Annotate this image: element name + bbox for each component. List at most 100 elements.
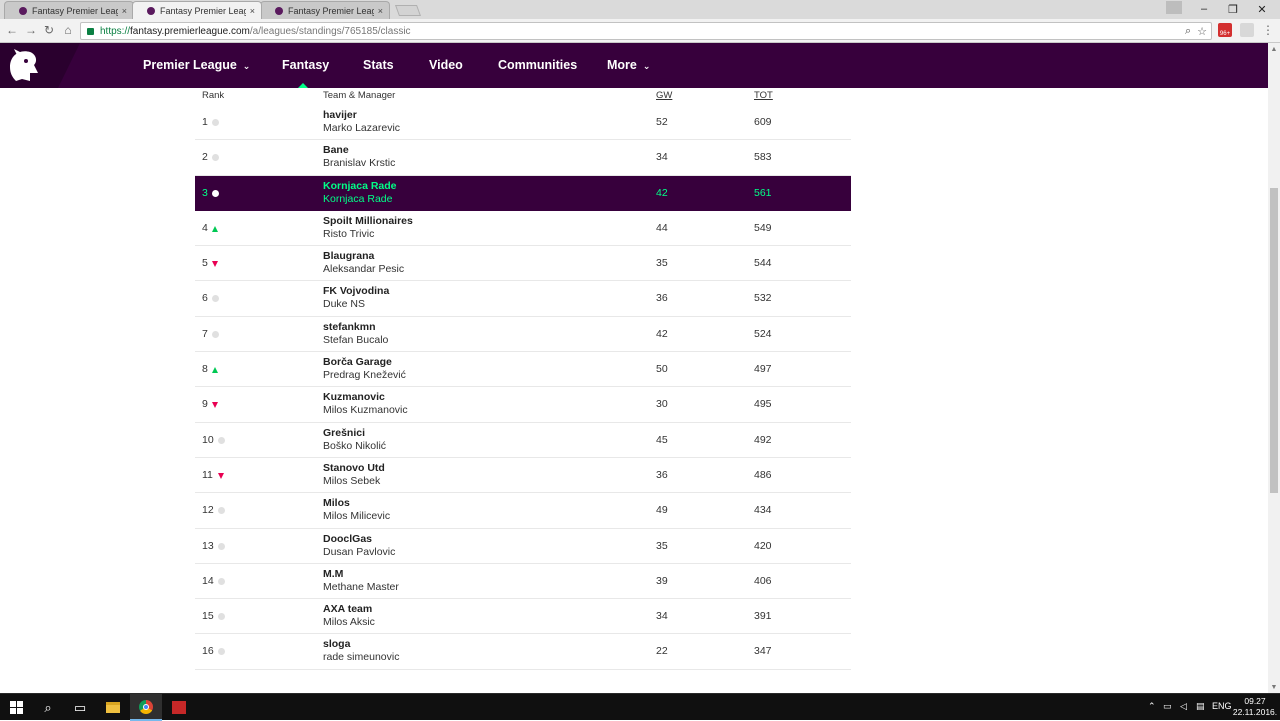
gw-points: 36 xyxy=(656,292,668,305)
team-name-link[interactable]: Spoilt Millionaires xyxy=(323,215,413,227)
taskbar-clock[interactable]: 09.27 22.11.2016. xyxy=(1232,696,1278,718)
browser-tab-active[interactable]: Fantasy Premier League × xyxy=(132,1,262,19)
close-window-button[interactable]: ✕ xyxy=(1248,0,1276,18)
team-name-link[interactable]: Kuzmanovic xyxy=(323,391,385,403)
reload-button[interactable]: ↻ xyxy=(42,23,56,37)
file-explorer-icon[interactable] xyxy=(97,694,129,721)
team-name-link[interactable]: AXA team xyxy=(323,603,372,615)
address-bar[interactable]: https:// fantasy.premierleague.com /a/le… xyxy=(80,22,1212,40)
volume-icon[interactable]: ◁ xyxy=(1180,701,1187,712)
total-points: 492 xyxy=(754,433,772,446)
header-tot[interactable]: TOT xyxy=(754,90,773,101)
back-button[interactable]: ← xyxy=(5,23,19,37)
tab-close-icon[interactable]: × xyxy=(378,6,383,16)
minimize-button[interactable]: – xyxy=(1190,0,1218,18)
forward-button[interactable]: → xyxy=(24,23,38,37)
team-name-link[interactable]: Borča Garage xyxy=(323,356,392,368)
task-view-icon[interactable]: ▭ xyxy=(64,694,96,721)
profile-icon[interactable] xyxy=(1166,1,1182,14)
gw-points: 49 xyxy=(656,504,668,517)
premier-league-logo-icon[interactable] xyxy=(0,43,80,88)
scroll-down-arrow-icon[interactable]: ▼ xyxy=(1268,681,1280,693)
gw-points: 34 xyxy=(656,151,668,164)
table-row[interactable]: 5 Blaugrana Aleksandar Pesic 35 544 xyxy=(195,246,851,282)
team-name-link[interactable]: Kornjaca Rade xyxy=(323,180,397,192)
manager-name: Milos Aksic xyxy=(323,616,375,629)
team-name-link[interactable]: Grešnici xyxy=(323,427,365,439)
header-gw[interactable]: GW xyxy=(656,90,672,101)
rank-value: 4 xyxy=(202,221,208,234)
total-points: 406 xyxy=(754,574,772,587)
header-team-manager: Team & Manager xyxy=(323,90,396,101)
tab-close-icon[interactable]: × xyxy=(250,6,255,16)
table-row[interactable]: 13 DooclGas Dusan Pavlovic 35 420 xyxy=(195,529,851,564)
gw-points: 35 xyxy=(656,257,668,270)
table-row[interactable]: 14 M.M Methane Master 39 406 xyxy=(195,564,851,600)
table-row[interactable]: 2 Bane Branislav Krstic 34 583 xyxy=(195,140,851,176)
gw-points: 22 xyxy=(656,645,668,658)
table-row[interactable]: 1 havijer Marko Lazarevic 52 609 xyxy=(195,105,851,141)
extension-badge-icon[interactable]: 96+ xyxy=(1218,23,1232,37)
gw-points: 45 xyxy=(656,433,668,446)
bookmark-star-icon[interactable]: ☆ xyxy=(1197,25,1207,38)
rank-value: 15 xyxy=(202,610,214,623)
zoom-icon[interactable]: ⌕ xyxy=(1185,25,1191,38)
team-name-link[interactable]: FK Vojvodina xyxy=(323,285,389,297)
team-name-link[interactable]: sloga xyxy=(323,638,350,650)
page-scrollbar[interactable]: ▲ ▼ xyxy=(1268,43,1280,693)
restore-button[interactable]: ❐ xyxy=(1219,0,1247,18)
manager-name: Duke NS xyxy=(323,298,366,311)
extension-icon[interactable] xyxy=(1240,23,1254,37)
table-row[interactable]: 9 Kuzmanovic Milos Kuzmanovic 30 495 xyxy=(195,387,851,423)
gw-points: 34 xyxy=(656,610,668,623)
scrollbar-thumb[interactable] xyxy=(1270,188,1278,493)
tab-close-icon[interactable]: × xyxy=(122,6,127,16)
table-row[interactable]: 16 sloga rade simeunovic 22 347 xyxy=(195,634,851,670)
scroll-up-arrow-icon[interactable]: ▲ xyxy=(1268,43,1280,55)
nav-premier-league[interactable]: Premier League ⌄ xyxy=(143,58,250,72)
team-name-link[interactable]: havijer xyxy=(323,109,357,121)
nav-communities[interactable]: Communities xyxy=(498,58,577,72)
chrome-taskbar-icon[interactable] xyxy=(130,694,162,721)
browser-tab[interactable]: Fantasy Premier League × xyxy=(260,1,390,19)
team-name-link[interactable]: DooclGas xyxy=(323,533,372,545)
network-icon[interactable]: ▭ xyxy=(1163,701,1172,712)
table-row[interactable]: 7 stefankmn Stefan Bucalo 42 524 xyxy=(195,317,851,353)
url-host: fantasy.premierleague.com xyxy=(130,25,250,37)
team-name-link[interactable]: stefankmn xyxy=(323,321,376,333)
search-icon[interactable]: ⌕ xyxy=(32,694,64,721)
table-row[interactable]: 12 Milos Milos Milicevic 49 434 xyxy=(195,493,851,529)
browser-menu-icon[interactable]: ⋮ xyxy=(1261,23,1275,37)
total-points: 391 xyxy=(754,610,772,623)
table-row[interactable]: 6 FK Vojvodina Duke NS 36 532 xyxy=(195,281,851,317)
browser-toolbar: ← → ↻ ⌂ https:// fantasy.premierleague.c… xyxy=(0,19,1280,43)
team-name-link[interactable]: M.M xyxy=(323,568,343,580)
windows-start-icon[interactable] xyxy=(0,694,32,721)
home-button[interactable]: ⌂ xyxy=(61,23,75,37)
team-name-link[interactable]: Blaugrana xyxy=(323,250,374,262)
nav-fantasy[interactable]: Fantasy xyxy=(282,58,329,72)
new-tab-button[interactable] xyxy=(394,5,422,16)
manager-name: Boško Nikolić xyxy=(323,439,387,452)
nav-more[interactable]: More ⌄ xyxy=(607,58,650,72)
team-name-link[interactable]: Stanovo Utd xyxy=(323,462,385,474)
browser-tab[interactable]: Fantasy Premier League × xyxy=(4,1,134,19)
total-points: 486 xyxy=(754,468,772,481)
movement-same-icon xyxy=(218,507,225,515)
team-name-link[interactable]: Bane xyxy=(323,144,349,156)
table-row[interactable]: 4 Spoilt Millionaires Risto Trivic 44 549 xyxy=(195,211,851,247)
nav-stats[interactable]: Stats xyxy=(363,58,394,72)
language-indicator[interactable]: ENG xyxy=(1212,701,1232,711)
table-row[interactable]: 8 Borča Garage Predrag Knežević 50 497 xyxy=(195,352,851,388)
table-row[interactable]: 15 AXA team Milos Aksic 34 391 xyxy=(195,599,851,635)
table-row[interactable]: 11 Stanovo Utd Milos Sebek 36 486 xyxy=(195,458,851,494)
notifications-icon[interactable]: ▤ xyxy=(1196,701,1205,712)
nav-video[interactable]: Video xyxy=(429,58,463,72)
table-row[interactable]: 3 Kornjaca Rade Kornjaca Rade 42 561 xyxy=(195,175,851,211)
manager-name: Milos Milicevic xyxy=(323,510,391,523)
tray-chevron-icon[interactable]: ⌃ xyxy=(1148,701,1156,712)
app-taskbar-icon[interactable] xyxy=(163,694,195,721)
team-name-link[interactable]: Milos xyxy=(323,497,350,509)
manager-name: Milos Kuzmanovic xyxy=(323,404,408,417)
table-row[interactable]: 10 Grešnici Boško Nikolić 45 492 xyxy=(195,423,851,458)
